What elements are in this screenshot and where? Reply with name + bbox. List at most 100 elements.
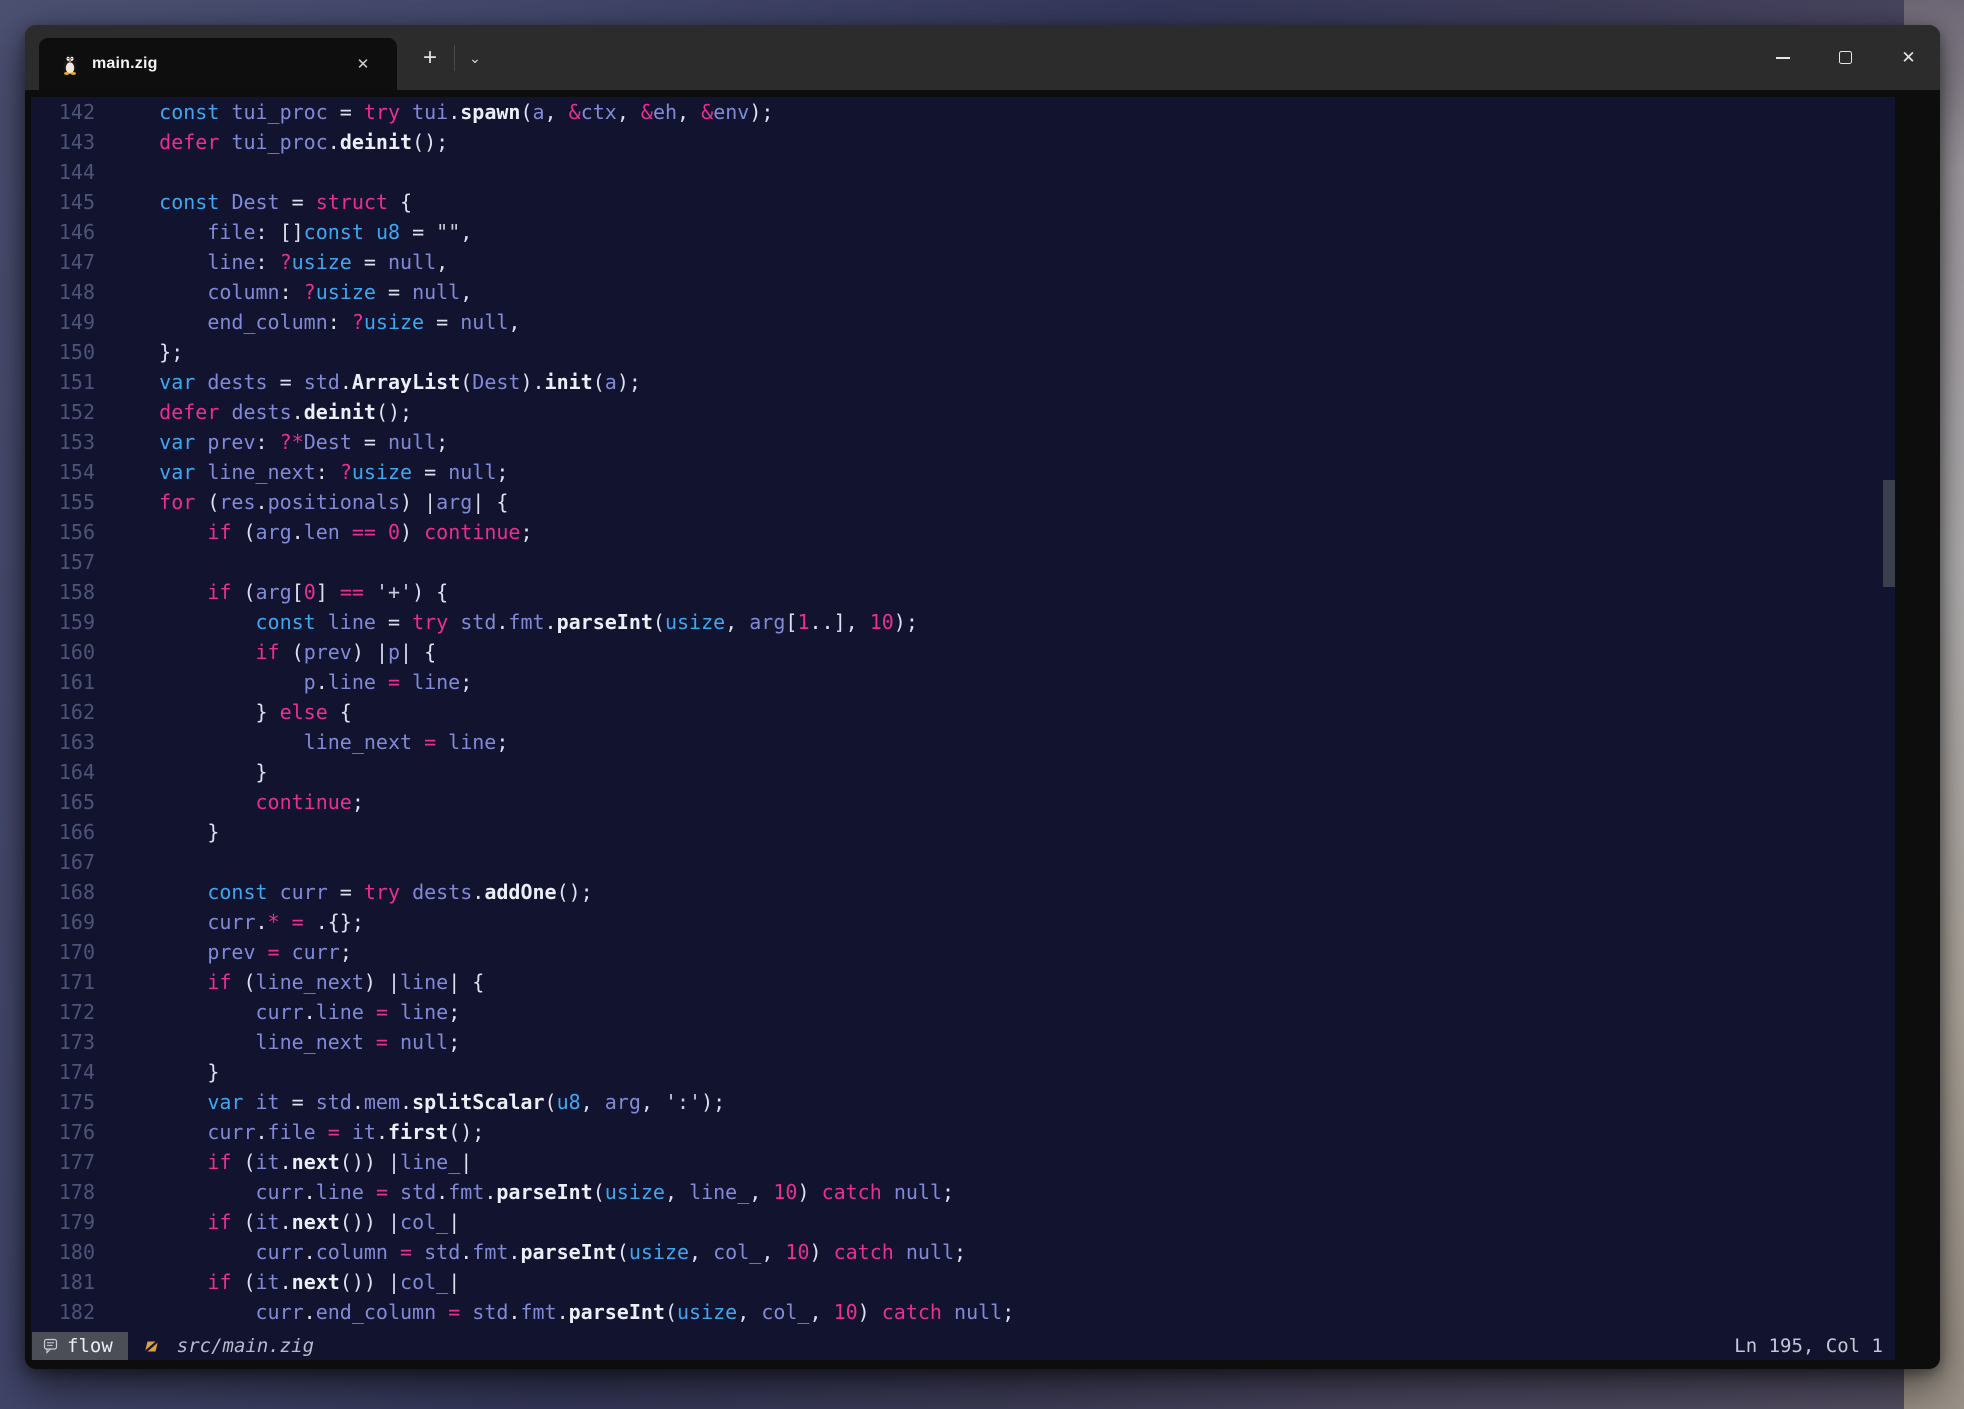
code-line[interactable]: 154 var line_next: ?usize = null; [31,457,1895,487]
code-line[interactable]: 155 for (res.positionals) |arg| { [31,487,1895,517]
editor-mode-chip[interactable]: flow [32,1332,128,1360]
code-line[interactable]: 167 [31,847,1895,877]
line-number: 159 [31,607,95,637]
line-number: 177 [31,1147,95,1177]
line-number: 145 [31,187,95,217]
titlebar: main.zig ✕ + ⌄ ✕ [25,25,1940,90]
code-text: curr.file = it.first(); [95,1117,484,1147]
code-line[interactable]: 145 const Dest = struct { [31,187,1895,217]
code-text: prev = curr; [95,937,352,967]
code-text: var it = std.mem.splitScalar(u8, arg, ':… [95,1087,725,1117]
code-line[interactable]: 158 if (arg[0] == '+') { [31,577,1895,607]
line-number: 163 [31,727,95,757]
code-text: if (arg[0] == '+') { [95,577,448,607]
code-line[interactable]: 165 continue; [31,787,1895,817]
code-line[interactable]: 179 if (it.next()) |col_| [31,1207,1895,1237]
code-line[interactable]: 152 defer dests.deinit(); [31,397,1895,427]
file-path: src/main.zig [177,1335,314,1357]
line-number: 161 [31,667,95,697]
code-line[interactable]: 144 [31,157,1895,187]
editor-mode-label: flow [67,1335,113,1357]
code-line[interactable]: 164 } [31,757,1895,787]
code-line[interactable]: 148 column: ?usize = null, [31,277,1895,307]
code-line[interactable]: 142 const tui_proc = try tui.spawn(a, &c… [31,97,1895,127]
line-number: 172 [31,997,95,1027]
code-line[interactable]: 181 if (it.next()) |col_| [31,1267,1895,1297]
code-line[interactable]: 157 [31,547,1895,577]
code-line[interactable]: 176 curr.file = it.first(); [31,1117,1895,1147]
code-text: curr.line = std.fmt.parseInt(usize, line… [95,1177,954,1207]
scrollbar-thumb[interactable] [1883,480,1895,587]
code-line[interactable]: 172 curr.line = line; [31,997,1895,1027]
line-number: 180 [31,1237,95,1267]
code-line[interactable]: 163 line_next = line; [31,727,1895,757]
line-number: 158 [31,577,95,607]
code-line[interactable]: 160 if (prev) |p| { [31,637,1895,667]
code-text: const curr = try dests.addOne(); [95,877,593,907]
code-line[interactable]: 170 prev = curr; [31,937,1895,967]
code-text: } [95,1057,219,1087]
code-line[interactable]: 171 if (line_next) |line| { [31,967,1895,997]
minimize-button[interactable] [1751,25,1814,90]
code-line[interactable]: 146 file: []const u8 = "", [31,217,1895,247]
code-line[interactable]: 156 if (arg.len == 0) continue; [31,517,1895,547]
code-area[interactable]: 142 const tui_proc = try tui.spawn(a, &c… [31,97,1895,1332]
editor-viewport: 142 const tui_proc = try tui.spawn(a, &c… [31,97,1895,1360]
tab-close-button[interactable]: ✕ [349,50,377,78]
code-line[interactable]: 149 end_column: ?usize = null, [31,307,1895,337]
code-line[interactable]: 173 line_next = null; [31,1027,1895,1057]
code-text: const Dest = struct { [95,187,412,217]
minimize-icon [1776,57,1790,59]
code-line[interactable]: 180 curr.column = std.fmt.parseInt(usize… [31,1237,1895,1267]
code-line[interactable]: 168 const curr = try dests.addOne(); [31,877,1895,907]
code-line[interactable]: 169 curr.* = .{}; [31,907,1895,937]
code-line[interactable]: 153 var prev: ?*Dest = null; [31,427,1895,457]
code-text: line_next = line; [95,727,508,757]
code-text: const line = try std.fmt.parseInt(usize,… [95,607,918,637]
code-text: line: ?usize = null, [95,247,448,277]
code-text: end_column: ?usize = null, [95,307,520,337]
line-number: 167 [31,847,95,877]
code-line[interactable]: 175 var it = std.mem.splitScalar(u8, arg… [31,1087,1895,1117]
code-line[interactable]: 178 curr.line = std.fmt.parseInt(usize, … [31,1177,1895,1207]
line-number: 171 [31,967,95,997]
line-number: 156 [31,517,95,547]
tab-dropdown-button[interactable]: ⌄ [457,40,493,76]
code-line[interactable]: 161 p.line = line; [31,667,1895,697]
code-line[interactable]: 151 var dests = std.ArrayList(Dest).init… [31,367,1895,397]
code-text: column: ?usize = null, [95,277,472,307]
line-number: 170 [31,937,95,967]
code-text: continue; [95,787,364,817]
line-number: 144 [31,157,95,187]
code-line[interactable]: 166 } [31,817,1895,847]
line-number: 148 [31,277,95,307]
tab-title: main.zig [92,55,158,73]
code-line[interactable]: 177 if (it.next()) |line_| [31,1147,1895,1177]
code-line[interactable]: 159 const line = try std.fmt.parseInt(us… [31,607,1895,637]
code-text: if (arg.len == 0) continue; [95,517,533,547]
code-line[interactable]: 182 curr.end_column = std.fmt.parseInt(u… [31,1297,1895,1327]
code-line[interactable]: 174 } [31,1057,1895,1087]
flow-logo-icon [43,1338,58,1354]
code-text [95,847,111,877]
code-text: curr.* = .{}; [95,907,364,937]
line-number: 151 [31,367,95,397]
close-button[interactable]: ✕ [1877,25,1940,90]
code-text: var line_next: ?usize = null; [95,457,508,487]
line-number: 155 [31,487,95,517]
linux-tux-icon [61,54,79,75]
tab-main-zig[interactable]: main.zig ✕ [39,38,397,90]
maximize-icon [1839,51,1852,64]
line-number: 174 [31,1057,95,1087]
line-number: 143 [31,127,95,157]
code-line[interactable]: 143 defer tui_proc.deinit(); [31,127,1895,157]
code-line[interactable]: 150 }; [31,337,1895,367]
code-text: var dests = std.ArrayList(Dest).init(a); [95,367,641,397]
new-tab-button[interactable]: + [408,36,452,80]
line-number: 169 [31,907,95,937]
code-line[interactable]: 147 line: ?usize = null, [31,247,1895,277]
code-line[interactable]: 162 } else { [31,697,1895,727]
maximize-button[interactable] [1814,25,1877,90]
code-text: defer dests.deinit(); [95,397,412,427]
line-number: 181 [31,1267,95,1297]
